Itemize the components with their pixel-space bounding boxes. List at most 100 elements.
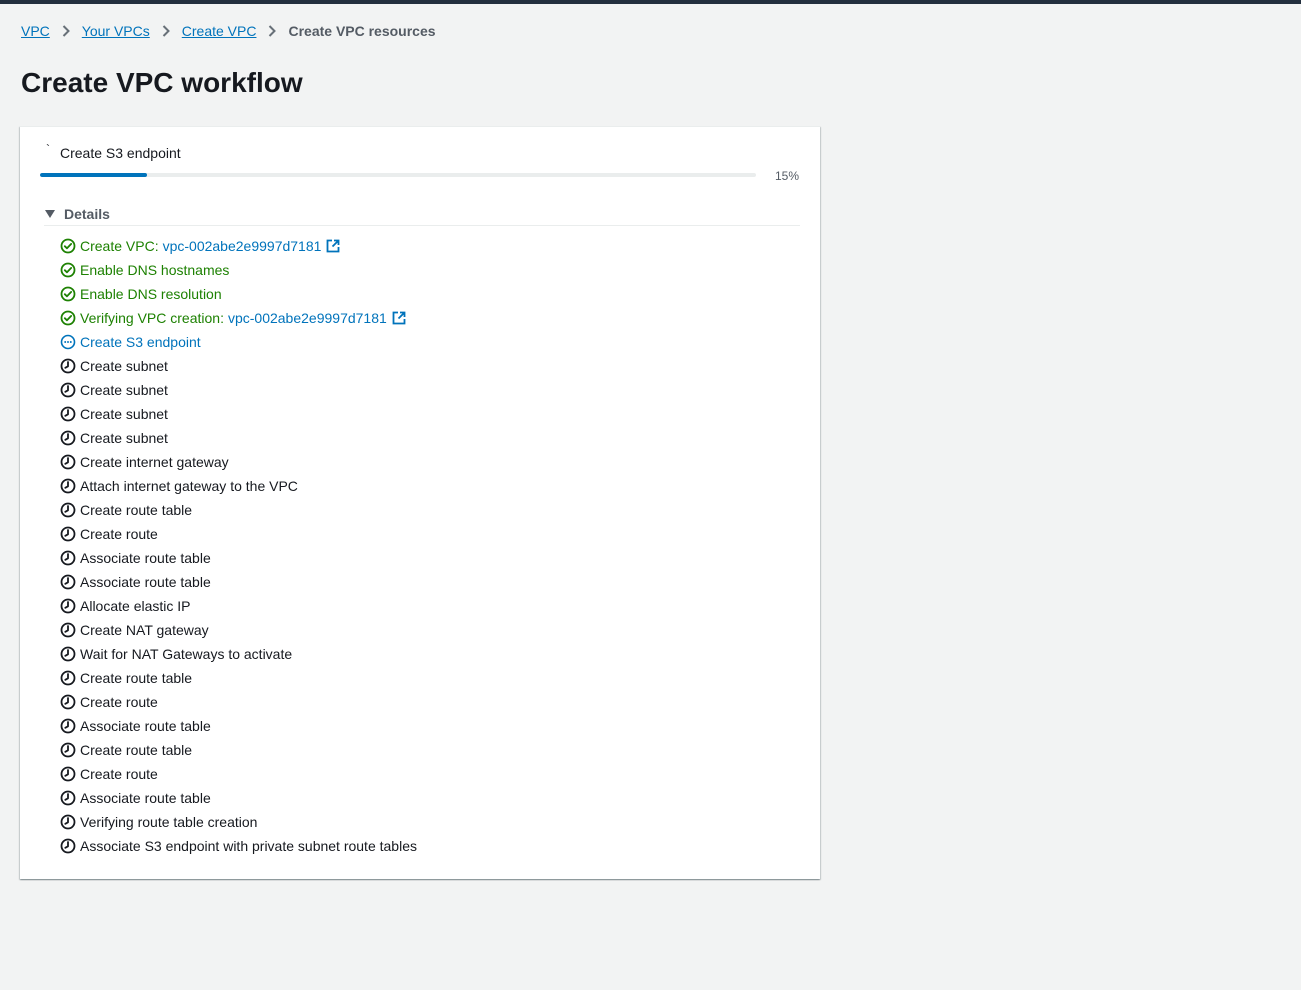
check-circle-icon: [60, 262, 76, 278]
clock-icon: [60, 406, 76, 422]
details-label: Details: [64, 206, 110, 222]
step-label: Create S3 endpoint: [80, 334, 201, 350]
step-item: Create route: [60, 762, 417, 786]
progress-label: ` Create S3 endpoint: [46, 143, 181, 163]
vpc-id-link[interactable]: vpc-002abe2e9997d7181: [228, 309, 387, 327]
step-item: Create subnet: [60, 426, 417, 450]
breadcrumb-current: Create VPC resources: [288, 23, 436, 39]
step-label: Attach internet gateway to the VPC: [80, 478, 298, 494]
step-item: Allocate elastic IP: [60, 594, 417, 618]
step-label: Create route: [80, 526, 158, 542]
step-item: Create NAT gateway: [60, 618, 417, 642]
clock-icon: [60, 574, 76, 590]
step-item: Create subnet: [60, 354, 417, 378]
step-item: Associate S3 endpoint with private subne…: [60, 834, 417, 858]
chevron-right-icon: [150, 22, 182, 40]
step-label: Create route table: [80, 502, 193, 518]
step-item: Verifying VPC creation: vpc-002abe2e9997d…: [60, 306, 417, 330]
clock-icon: [60, 814, 76, 830]
top-bar: [0, 0, 1301, 4]
step-item: Associate route table: [60, 570, 417, 594]
clock-icon: [60, 646, 76, 662]
chevron-right-icon: [50, 22, 82, 40]
step-item: Create route: [60, 522, 417, 546]
step-label: Create subnet: [80, 382, 168, 398]
step-label: Create NAT gateway: [80, 622, 209, 638]
steps-list: Create VPC: vpc-002abe2e9997d7181 Enable D…: [60, 234, 417, 858]
clock-icon: [60, 358, 76, 374]
step-label: Enable DNS hostnames: [80, 262, 230, 278]
in-progress-icon: [60, 334, 76, 350]
progress-bar: [40, 173, 756, 177]
step-item: Create route table: [60, 666, 417, 690]
clock-icon: [60, 766, 76, 782]
check-circle-icon: [60, 238, 76, 254]
step-label: Associate S3 endpoint with private subne…: [80, 838, 417, 854]
step-item: Associate route table: [60, 786, 417, 810]
step-item: Associate route table: [60, 714, 417, 738]
step-item: Create S3 endpoint: [60, 330, 417, 354]
step-label: Enable DNS resolution: [80, 286, 222, 302]
clock-icon: [60, 454, 76, 470]
breadcrumb-link-vpc[interactable]: VPC: [21, 22, 50, 40]
step-item: Create internet gateway: [60, 450, 417, 474]
step-item: Create subnet: [60, 402, 417, 426]
step-label: Create internet gateway: [80, 454, 229, 470]
step-item: Associate route table: [60, 546, 417, 570]
step-label: Create route table: [80, 742, 193, 758]
step-label: Wait for NAT Gateways to activate: [80, 646, 293, 662]
progress-tick: `: [46, 142, 50, 156]
details-expander[interactable]: Details: [44, 203, 800, 226]
clock-icon: [60, 718, 76, 734]
step-label: Associate route table: [80, 574, 211, 590]
step-label: Create route: [80, 766, 158, 782]
step-label: Create route: [80, 694, 158, 710]
clock-icon: [60, 526, 76, 542]
clock-icon: [60, 694, 76, 710]
clock-icon: [60, 790, 76, 806]
breadcrumb-link-your-vpcs[interactable]: Your VPCs: [82, 22, 150, 40]
clock-icon: [60, 382, 76, 398]
vpc-id-link[interactable]: vpc-002abe2e9997d7181: [163, 237, 322, 255]
clock-icon: [60, 430, 76, 446]
clock-icon: [60, 622, 76, 638]
step-item: Create route: [60, 690, 417, 714]
step-label: Create subnet: [80, 358, 168, 374]
step-label: Create subnet: [80, 406, 168, 422]
step-label: Create route table: [80, 670, 193, 686]
caret-down-icon: [45, 210, 55, 218]
step-label: Associate route table: [80, 790, 211, 806]
external-link-icon[interactable]: [326, 239, 340, 253]
progress-bar-fill: [40, 173, 148, 177]
step-item: Enable DNS resolution: [60, 282, 417, 306]
clock-icon: [60, 670, 76, 686]
check-circle-icon: [60, 286, 76, 302]
breadcrumb-link-create-vpc[interactable]: Create VPC: [182, 22, 257, 40]
step-item: Create route table: [60, 738, 417, 762]
breadcrumb: VPC Your VPCs Create VPC Create VPC reso…: [21, 22, 436, 40]
step-label: Verifying VPC creation:: [80, 310, 224, 326]
step-item: Wait for NAT Gateways to activate: [60, 642, 417, 666]
step-label: Associate route table: [80, 718, 211, 734]
step-item: Create route table: [60, 498, 417, 522]
check-circle-icon: [60, 310, 76, 326]
step-item: Verifying route table creation: [60, 810, 417, 834]
page-title: Create VPC workflow: [21, 67, 303, 98]
step-label: Verifying route table creation: [80, 814, 258, 830]
workflow-panel: ` Create S3 endpoint 15% Details Create …: [20, 126, 820, 879]
progress-percent: 15%: [775, 169, 800, 183]
external-link-icon[interactable]: [392, 311, 406, 325]
step-label: Create VPC:: [80, 238, 159, 254]
clock-icon: [60, 550, 76, 566]
step-item: Attach internet gateway to the VPC: [60, 474, 417, 498]
clock-icon: [60, 598, 76, 614]
step-label: Allocate elastic IP: [80, 598, 191, 614]
clock-icon: [60, 742, 76, 758]
step-label: Create subnet: [80, 430, 168, 446]
step-item: Create VPC: vpc-002abe2e9997d7181: [60, 234, 417, 258]
step-label: Associate route table: [80, 550, 211, 566]
clock-icon: [60, 838, 76, 854]
step-item: Create subnet: [60, 378, 417, 402]
step-item: Enable DNS hostnames: [60, 258, 417, 282]
clock-icon: [60, 502, 76, 518]
